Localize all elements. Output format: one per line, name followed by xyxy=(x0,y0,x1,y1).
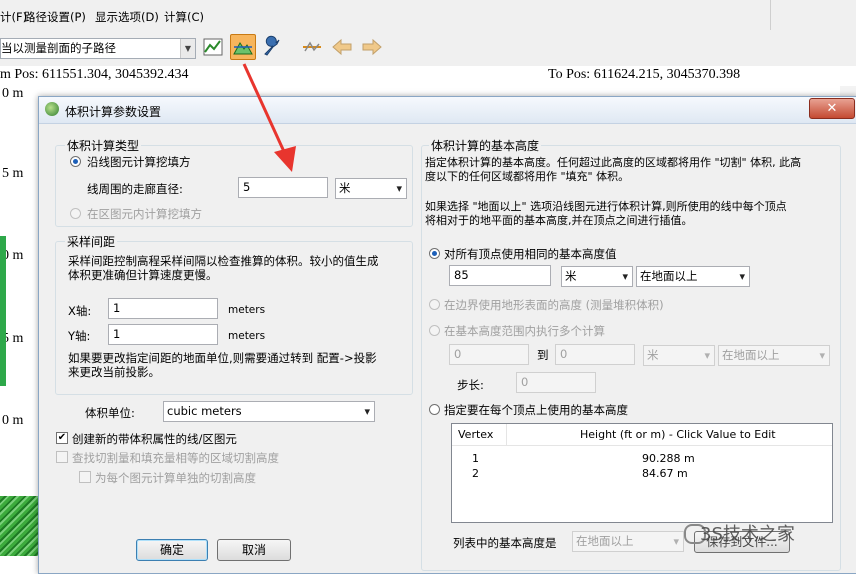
base-desc: 度以下的任何区域都将用作 "填充" 体积。 xyxy=(425,170,630,183)
arrow-right-icon[interactable] xyxy=(360,35,384,59)
to-position: To Pos: 611624.215, 3045370.398 xyxy=(548,67,741,82)
arrow-left-icon[interactable] xyxy=(330,35,354,59)
range-from-input[interactable]: 0 xyxy=(449,344,529,365)
list-base-label: 列表中的基本高度是 xyxy=(453,536,557,550)
profile-graph-icon[interactable] xyxy=(201,35,225,59)
y-tick: 0 m xyxy=(2,413,24,428)
x-unit: meters xyxy=(228,304,266,316)
vertex-table[interactable]: Vertex Height (ft or m) - Click Value to… xyxy=(451,423,833,523)
base-desc: 将相对于的地平面的基本高度,并在顶点之间进行插值。 xyxy=(425,214,693,227)
profile-line xyxy=(0,236,6,386)
y-unit: meters xyxy=(228,330,266,342)
dialog-titlebar[interactable]: 体积计算参数设置 ✕ xyxy=(39,97,856,124)
path-combo-value: 当以测量剖面的子路径 xyxy=(1,41,116,55)
corridor-input[interactable]: 5 xyxy=(238,177,328,198)
volume-settings-dialog: 体积计算参数设置 ✕ 体积计算类型 沿线图元计算挖填方 线周围的走廊直径: 5 … xyxy=(38,96,856,574)
vertex-cell: 2 xyxy=(472,467,479,480)
sampling-title: 采样间距 xyxy=(65,233,118,250)
radio-line-calc-label: 沿线图元计算挖填方 xyxy=(87,155,191,169)
step-input[interactable]: 0 xyxy=(516,372,596,393)
checkbox-create-features[interactable]: ✔ xyxy=(56,432,68,444)
step-label: 步长: xyxy=(457,378,484,392)
base-height-input[interactable]: 85 xyxy=(449,265,551,286)
terrain-icon[interactable] xyxy=(230,34,256,60)
app-logo-icon xyxy=(45,102,59,116)
range-to-input[interactable]: 0 xyxy=(555,344,635,365)
close-button[interactable]: ✕ xyxy=(809,98,855,119)
x-axis-label: X轴: xyxy=(68,304,92,318)
projection-note: 来更改当前投影。 xyxy=(68,365,160,379)
col-height: Height (ft or m) - Click Value to Edit xyxy=(580,428,776,441)
menu-calculate[interactable]: 计算(C) xyxy=(164,9,204,25)
y-tick: 5 m xyxy=(2,166,24,181)
height-cell[interactable]: 90.288 m xyxy=(642,452,695,465)
range-unit-select[interactable]: 米 xyxy=(643,345,715,366)
radio-same-base-label: 对所有顶点使用相同的基本高度值 xyxy=(444,247,617,261)
corridor-unit-select[interactable]: 米 xyxy=(335,178,407,199)
height-cell[interactable]: 84.67 m xyxy=(642,467,688,480)
cancel-button[interactable]: 取消 xyxy=(217,539,291,561)
base-unit-select[interactable]: 米 xyxy=(561,266,633,287)
checkbox-each-feature[interactable] xyxy=(79,471,91,483)
profile-plot: 0 m 5 m 0 m 5 m 0 m xyxy=(0,86,40,572)
radio-border-surface[interactable] xyxy=(429,299,440,310)
path-combo[interactable]: 当以测量剖面的子路径 ▼ xyxy=(0,38,196,59)
corridor-label: 线周围的走廊直径: xyxy=(87,182,183,196)
menu-bar: 计(F) 路径设置(P) 显示选项(D) 计算(C) xyxy=(0,0,856,30)
radio-range[interactable] xyxy=(429,325,440,336)
radio-area-calc-label: 在区图元内计算挖填方 xyxy=(87,207,202,221)
sampling-desc: 体积更准确但计算速度更慢。 xyxy=(68,268,218,282)
base-height-title: 体积计算的基本高度 xyxy=(429,137,542,154)
divider xyxy=(506,424,507,445)
chevron-down-icon[interactable]: ▼ xyxy=(180,39,195,58)
checkbox-create-features-label: 创建新的带体积属性的线/区图元 xyxy=(72,432,237,446)
wrench-icon[interactable] xyxy=(260,35,284,59)
watermark: 3S技术之家 xyxy=(700,524,795,545)
y-spacing-input[interactable]: 1 xyxy=(108,324,218,345)
y-tick: 0 m xyxy=(2,86,24,101)
radio-area-calc[interactable] xyxy=(70,208,81,219)
menu-display-options[interactable]: 显示选项(D) xyxy=(95,9,159,25)
calc-type-title: 体积计算类型 xyxy=(65,137,142,154)
y-axis-label: Y轴: xyxy=(68,329,91,343)
position-bar: m Pos: 611551.304, 3045392.434 To Pos: 6… xyxy=(0,66,856,86)
base-ref-select[interactable]: 在地面以上 xyxy=(636,266,750,287)
ok-button[interactable]: 确定 xyxy=(136,539,208,561)
radio-border-surface-label: 在边界使用地形表面的高度 (测量堆积体积) xyxy=(444,298,664,312)
x-spacing-input[interactable]: 1 xyxy=(108,298,218,319)
volume-unit-label: 体积单位: xyxy=(85,406,135,420)
col-vertex: Vertex xyxy=(458,428,494,441)
list-ref-select[interactable]: 在地面以上 xyxy=(572,531,684,552)
from-position: m Pos: 611551.304, 3045392.434 xyxy=(0,67,189,82)
vertex-cell: 1 xyxy=(472,452,479,465)
radio-line-calc[interactable] xyxy=(70,156,81,167)
radio-each-vertex[interactable] xyxy=(429,404,440,415)
terrain-image xyxy=(0,496,40,556)
annotation-arrow-icon xyxy=(242,63,296,172)
table-header: Vertex Height (ft or m) - Click Value to… xyxy=(452,424,832,446)
checkbox-find-cut-height[interactable] xyxy=(56,451,68,463)
range-ref-select[interactable]: 在地面以上 xyxy=(718,345,830,366)
radio-each-vertex-label: 指定要在每个顶点上使用的基本高度 xyxy=(444,403,628,417)
radio-range-label: 在基本高度范围内执行多个计算 xyxy=(444,324,605,338)
range-to-label: 到 xyxy=(537,348,549,362)
volume-unit-select[interactable]: cubic meters xyxy=(163,401,375,422)
checkbox-each-feature-label: 为每个图元计算单独的切割高度 xyxy=(95,471,256,485)
radio-same-base[interactable] xyxy=(429,248,440,259)
menu-path-settings[interactable]: 路径设置(P) xyxy=(24,9,86,25)
checkbox-find-cut-height-label: 查找切割量和填充量相等的区域切割高度 xyxy=(72,451,279,465)
dialog-title: 体积计算参数设置 xyxy=(65,105,162,119)
line-tool-icon[interactable] xyxy=(300,35,324,59)
